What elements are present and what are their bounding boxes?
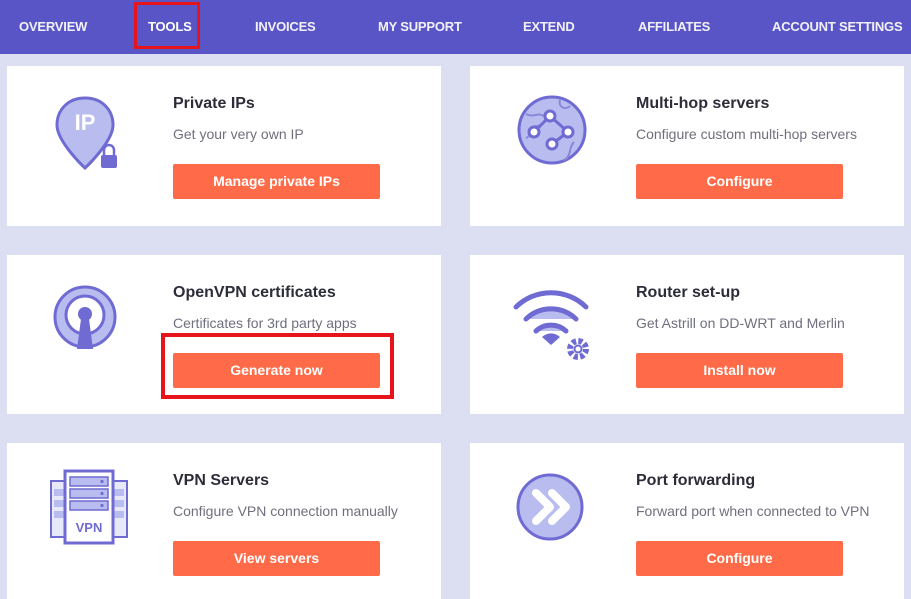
card-private-ips: IP Private IPs Get your very own IP Mana…	[7, 66, 441, 226]
manage-private-ips-button[interactable]: Manage private IPs	[173, 164, 380, 199]
card-multi-hop-servers: Multi-hop servers Configure custom multi…	[470, 66, 904, 226]
nav-invoices[interactable]: INVOICES	[255, 0, 316, 54]
card-title: OpenVPN certificates	[173, 284, 336, 301]
globe-network-icon	[512, 92, 592, 172]
card-description: Configure VPN connection manually	[173, 503, 398, 519]
card-description: Get your very own IP	[173, 126, 304, 142]
configure-port-forwarding-button[interactable]: Configure	[636, 541, 843, 576]
double-chevron-icon	[512, 469, 592, 549]
configure-multi-hop-button[interactable]: Configure	[636, 164, 843, 199]
card-description: Get Astrill on DD-WRT and Merlin	[636, 315, 845, 331]
wifi-gear-icon	[512, 281, 592, 361]
server-rack-icon: VPN	[49, 469, 129, 549]
top-nav: OVERVIEW TOOLS INVOICES MY SUPPORT EXTEN…	[0, 0, 911, 54]
card-title: Port forwarding	[636, 472, 756, 489]
card-description: Forward port when connected to VPN	[636, 503, 870, 519]
card-port-forwarding: Port forwarding Forward port when connec…	[470, 443, 904, 599]
card-router-setup: Router set-up Get Astrill on DD-WRT and …	[470, 255, 904, 414]
ip-icon-text: IP	[75, 110, 96, 135]
view-servers-button[interactable]: View servers	[173, 541, 380, 576]
nav-my-support[interactable]: MY SUPPORT	[378, 0, 462, 54]
openvpn-icon	[49, 281, 129, 361]
map-pin-ip-lock-icon: IP	[49, 92, 129, 172]
vpn-icon-text: VPN	[76, 520, 103, 535]
nav-tools[interactable]: TOOLS	[148, 0, 192, 54]
card-title: Private IPs	[173, 95, 255, 112]
nav-account-settings[interactable]: ACCOUNT SETTINGS	[772, 0, 903, 54]
generate-now-button[interactable]: Generate now	[173, 353, 380, 388]
nav-affiliates[interactable]: AFFILIATES	[638, 0, 710, 54]
install-now-button[interactable]: Install now	[636, 353, 843, 388]
nav-overview[interactable]: OVERVIEW	[19, 0, 87, 54]
card-title: Multi-hop servers	[636, 95, 770, 112]
nav-extend[interactable]: EXTEND	[523, 0, 575, 54]
card-openvpn-certificates: OpenVPN certificates Certificates for 3r…	[7, 255, 441, 414]
card-description: Certificates for 3rd party apps	[173, 315, 357, 331]
card-vpn-servers: VPN VPN Servers Configure VPN connection…	[7, 443, 441, 599]
card-title: VPN Servers	[173, 472, 270, 489]
card-title: Router set-up	[636, 284, 740, 301]
card-description: Configure custom multi-hop servers	[636, 126, 857, 142]
